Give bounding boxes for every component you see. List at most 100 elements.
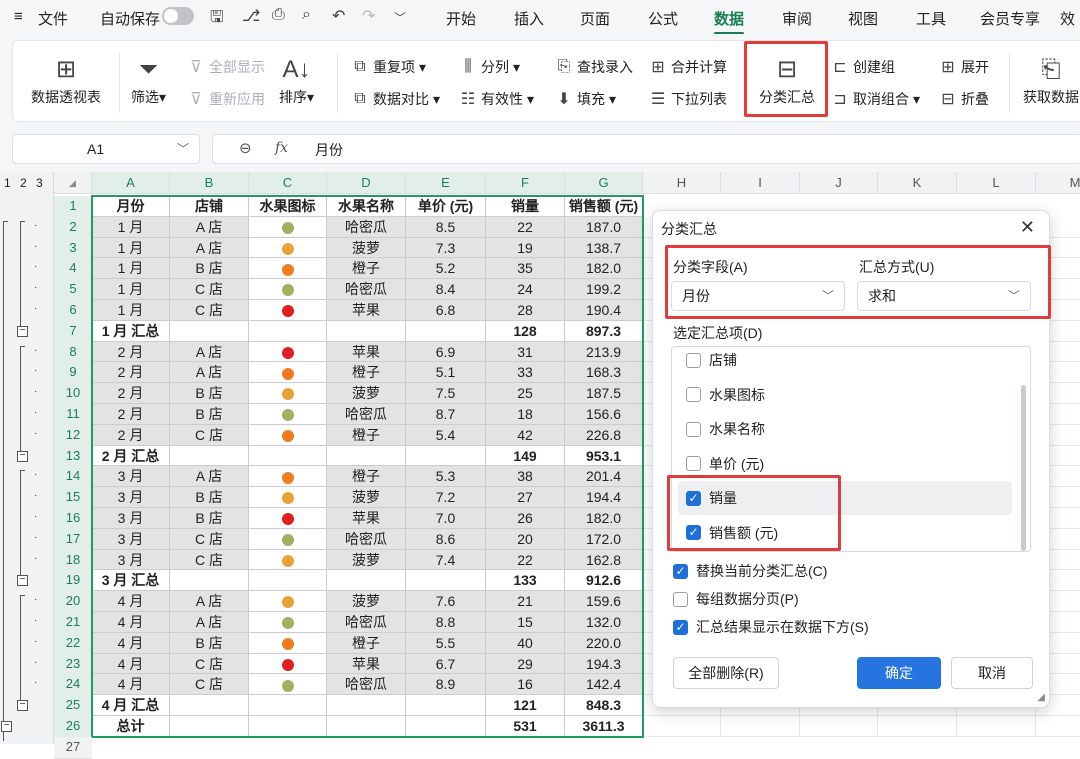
fruit-icon-cell[interactable] (249, 216, 327, 238)
page-break-option[interactable]: 每组数据分页(P) (673, 589, 799, 609)
fruit-name-cell[interactable]: 哈密瓜 (327, 404, 406, 425)
checkbox-icon[interactable] (686, 387, 701, 402)
month-cell[interactable]: 3 月 (92, 487, 170, 508)
quantity-cell[interactable]: 15 (486, 612, 565, 633)
row-header[interactable]: 23 (54, 653, 92, 676)
month-cell[interactable]: 1 月 (92, 237, 170, 259)
fruit-icon-cell[interactable] (249, 674, 327, 696)
month-cell[interactable]: 3 月 汇总 (92, 570, 170, 592)
quantity-cell[interactable]: 29 (486, 653, 565, 675)
tab-6[interactable]: 视图 (848, 8, 878, 29)
fruit-name-cell[interactable]: 菠萝 (327, 383, 406, 404)
amount-cell[interactable]: 220.0 (565, 632, 643, 654)
price-cell[interactable]: 8.6 (406, 528, 486, 550)
fruit-icon-cell[interactable] (249, 404, 327, 425)
price-cell[interactable]: 7.2 (406, 487, 486, 508)
store-cell[interactable]: C 店 (170, 300, 249, 321)
row-header[interactable]: 19 (54, 570, 92, 593)
quantity-cell[interactable]: 24 (486, 279, 565, 300)
month-cell[interactable]: 1 月 (92, 258, 170, 280)
fruit-name-cell[interactable]: 橙子 (327, 258, 406, 280)
amount-cell[interactable]: 159.6 (565, 591, 643, 612)
cancel-button[interactable]: 取消 (951, 657, 1033, 689)
fruit-name-cell[interactable]: 苹果 (327, 300, 406, 321)
price-cell[interactable]: 7.5 (406, 383, 486, 404)
quantity-cell[interactable]: 121 (486, 695, 565, 716)
collapse-button[interactable]: ⊟ 折叠 (939, 89, 989, 109)
checkbox-checked-icon[interactable]: ✓ (686, 490, 701, 506)
fruit-name-cell[interactable]: 苹果 (327, 341, 406, 363)
checkbox-icon[interactable] (686, 456, 701, 471)
amount-cell[interactable]: 199.2 (565, 279, 643, 300)
month-cell[interactable]: 4 月 (92, 653, 170, 675)
column-header-G[interactable]: G (565, 172, 643, 194)
row-header[interactable]: 14 (54, 466, 92, 489)
method-select[interactable]: 求和 ﹀ (857, 281, 1031, 311)
month-cell[interactable]: 2 月 (92, 424, 170, 446)
row-header[interactable]: 18 (54, 549, 92, 572)
fruit-name-cell[interactable]: 哈密瓜 (327, 528, 406, 550)
fruit-name-cell[interactable]: 菠萝 (327, 591, 406, 612)
fruit-name-cell[interactable]: 菠萝 (327, 487, 406, 508)
empty-cell[interactable] (957, 716, 1036, 737)
table-header-cell[interactable]: 水果名称 (327, 196, 406, 217)
summary-below-option[interactable]: ✓ 汇总结果显示在数据下方(S) (673, 617, 869, 637)
amount-cell[interactable]: 194.3 (565, 653, 643, 675)
price-cell[interactable]: 8.7 (406, 404, 486, 425)
column-header-C[interactable]: C (249, 172, 327, 194)
row-header[interactable]: 8 (54, 341, 92, 364)
month-cell[interactable]: 2 月 (92, 341, 170, 363)
amount-cell[interactable]: 162.8 (565, 549, 643, 571)
row-header[interactable]: 7 (54, 320, 92, 343)
fruit-icon-cell[interactable] (249, 237, 327, 259)
store-cell[interactable]: A 店 (170, 591, 249, 612)
fruit-name-cell[interactable]: 哈密瓜 (327, 216, 406, 238)
amount-cell[interactable]: 132.0 (565, 612, 643, 633)
store-cell[interactable]: A 店 (170, 612, 249, 633)
price-cell[interactable] (406, 716, 486, 737)
row-header[interactable]: 27 (54, 736, 92, 759)
row-header[interactable]: 20 (54, 591, 92, 613)
pivot-table-button[interactable]: ⊞ 数据透视表 (31, 53, 101, 107)
price-cell[interactable]: 7.0 (406, 508, 486, 529)
quantity-cell[interactable]: 16 (486, 674, 565, 696)
file-menu[interactable]: 文件 (38, 8, 68, 29)
price-cell[interactable]: 8.8 (406, 612, 486, 633)
row-header[interactable]: 5 (54, 279, 92, 301)
month-cell[interactable]: 2 月 汇总 (92, 445, 170, 467)
row-header[interactable]: 9 (54, 362, 92, 385)
empty-cell[interactable] (721, 716, 800, 737)
undo-icon[interactable]: ↶ (332, 6, 345, 26)
quantity-cell[interactable]: 19 (486, 237, 565, 259)
price-cell[interactable]: 5.2 (406, 258, 486, 280)
amount-cell[interactable]: 194.4 (565, 487, 643, 508)
fruit-icon-cell[interactable] (249, 549, 327, 571)
collapse-group-icon[interactable]: − (17, 325, 28, 337)
table-header-cell[interactable]: 销售额 (元) (565, 196, 643, 217)
summary-item[interactable]: 水果图标 (678, 378, 1012, 412)
month-cell[interactable]: 4 月 (92, 632, 170, 654)
fruit-icon-cell[interactable] (249, 653, 327, 675)
fruit-icon-cell[interactable] (249, 716, 327, 737)
quantity-cell[interactable]: 35 (486, 258, 565, 280)
fruit-name-cell[interactable]: 哈密瓜 (327, 279, 406, 300)
fruit-icon-cell[interactable] (249, 591, 327, 612)
column-header-E[interactable]: E (406, 172, 486, 194)
amount-cell[interactable]: 168.3 (565, 362, 643, 384)
tab-8[interactable]: 会员专享 (980, 8, 1040, 29)
price-cell[interactable]: 5.3 (406, 466, 486, 488)
row-header[interactable]: 12 (54, 424, 92, 447)
lookup-entry-button[interactable]: ⎘ 查找录入 (555, 57, 633, 77)
fruit-name-cell[interactable]: 橙子 (327, 362, 406, 384)
price-cell[interactable]: 7.3 (406, 237, 486, 259)
store-cell[interactable]: C 店 (170, 424, 249, 446)
row-header[interactable]: 15 (54, 487, 92, 509)
fruit-icon-cell[interactable] (249, 279, 327, 300)
fruit-name-cell[interactable]: 苹果 (327, 653, 406, 675)
outline-level-2[interactable]: 2 (20, 176, 27, 190)
store-cell[interactable]: B 店 (170, 383, 249, 404)
column-header-L[interactable]: L (957, 172, 1036, 194)
empty-cell[interactable] (800, 716, 878, 737)
outline-level-3[interactable]: 3 (36, 176, 43, 190)
quantity-cell[interactable]: 42 (486, 424, 565, 446)
